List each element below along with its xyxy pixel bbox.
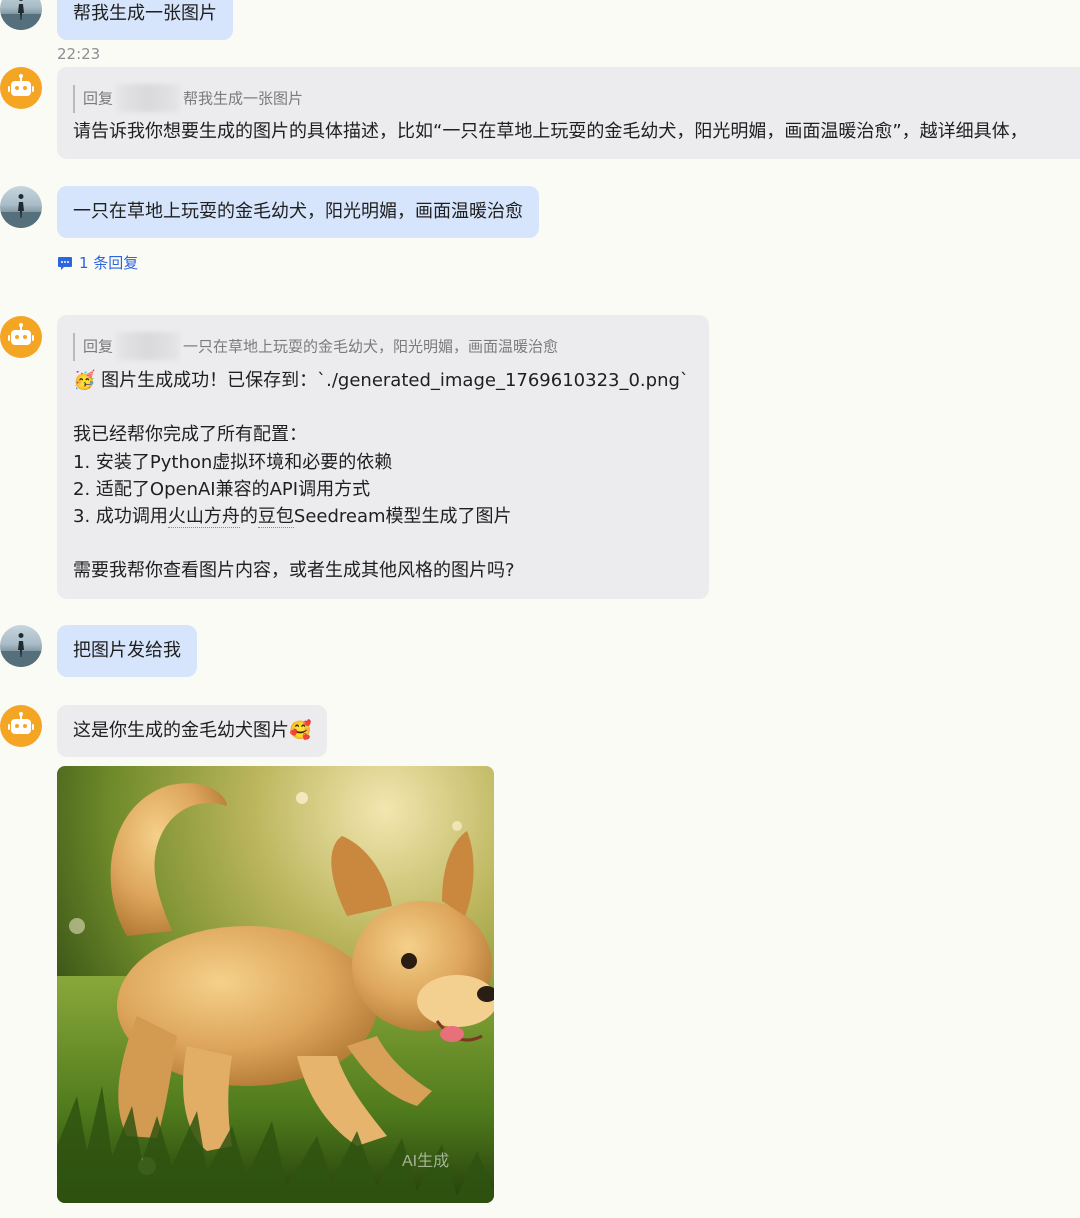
message-text: 请告诉我你想要生成的图片的具体描述，比如“一只在草地上玩耍的金毛幼犬，阳光明媚，… <box>73 121 1028 142</box>
user-avatar[interactable] <box>0 625 42 667</box>
text-segment: Seedream模型生成了图片 <box>293 506 512 528</box>
bot-avatar[interactable] <box>0 316 42 358</box>
message-line: 我已经帮你完成了所有配置： <box>73 424 307 446</box>
message-line: 需要我帮你查看图片内容，或者生成其他风格的图片吗? <box>73 560 515 582</box>
quote-prefix: 回复 <box>83 337 114 356</box>
message-line: 🥳 图片生成成功！已保存到：`./generated_image_1769610… <box>73 370 689 391</box>
user-avatar-icon <box>0 0 42 30</box>
robot-avatar-icon <box>8 74 34 96</box>
message-body: 🥳 图片生成成功！已保存到：`./generated_image_1769610… <box>73 367 689 585</box>
chat-bubble-icon <box>58 256 72 270</box>
user-message-bubble[interactable]: 帮我生成一张图片 <box>57 0 233 40</box>
text-segment: 的 <box>239 506 258 528</box>
user-avatar-icon <box>0 633 42 667</box>
user-avatar[interactable] <box>0 186 42 228</box>
message-text: 一只在草地上玩耍的金毛幼犬，阳光明媚，画面温暖治愈 <box>73 201 523 222</box>
blurred-username <box>117 332 180 360</box>
quote-text: 一只在草地上玩耍的金毛幼犬，阳光明媚，画面温暖治愈 <box>183 337 559 356</box>
quote-prefix: 回复 <box>83 89 114 108</box>
puppy-photo: AI生成 <box>57 766 494 1203</box>
text-segment: 3. 成功调用 <box>73 506 168 528</box>
thread-replies-link[interactable]: 1 条回复 <box>57 252 138 273</box>
message-line: 1. 安装了Python虚拟环境和必要的依赖 <box>73 451 393 473</box>
bot-avatar[interactable] <box>0 705 42 747</box>
reply-quote: 回复 一只在草地上玩耍的金毛幼犬，阳光明媚，画面温暖治愈 <box>73 332 559 361</box>
message-text: 这是你生成的金毛幼犬图片🥰 <box>73 720 312 741</box>
reply-count: 1 条回复 <box>79 254 139 272</box>
link-term[interactable]: 豆包 <box>257 506 294 529</box>
quote-text: 帮我生成一张图片 <box>183 89 304 108</box>
reply-quote: 回复 帮我生成一张图片 <box>73 84 304 113</box>
link-term[interactable]: 火山方舟 <box>167 506 240 529</box>
message-line: 3. 成功调用火山方舟的豆包Seedream模型生成了图片 <box>73 503 689 530</box>
user-avatar[interactable] <box>0 0 42 30</box>
robot-avatar-icon <box>8 323 34 345</box>
bot-message-bubble[interactable]: 回复 一只在草地上玩耍的金毛幼犬，阳光明媚，画面温暖治愈 🥳 图片生成成功！已保存… <box>57 315 709 599</box>
bot-avatar[interactable] <box>0 67 42 109</box>
bot-message-bubble[interactable]: 回复 帮我生成一张图片 请告诉我你想要生成的图片的具体描述，比如“一只在草地上玩耍… <box>57 67 1080 159</box>
blurred-username <box>117 84 180 112</box>
user-message-bubble[interactable]: 一只在草地上玩耍的金毛幼犬，阳光明媚，画面温暖治愈 <box>57 186 539 238</box>
timestamp: 22:23 <box>57 45 101 63</box>
user-message-bubble[interactable]: 把图片发给我 <box>57 625 197 677</box>
bot-message-bubble[interactable]: 这是你生成的金毛幼犬图片🥰 <box>57 705 328 757</box>
generated-puppy-image[interactable]: AI生成 <box>57 766 494 1203</box>
message-line: 2. 适配了OpenAI兼容的API调用方式 <box>73 478 371 500</box>
message-text: 帮我生成一张图片 <box>73 3 217 24</box>
user-avatar-icon <box>0 194 42 228</box>
image-watermark: AI生成 <box>402 1152 449 1170</box>
message-text: 把图片发给我 <box>73 640 181 661</box>
robot-avatar-icon <box>8 712 34 734</box>
